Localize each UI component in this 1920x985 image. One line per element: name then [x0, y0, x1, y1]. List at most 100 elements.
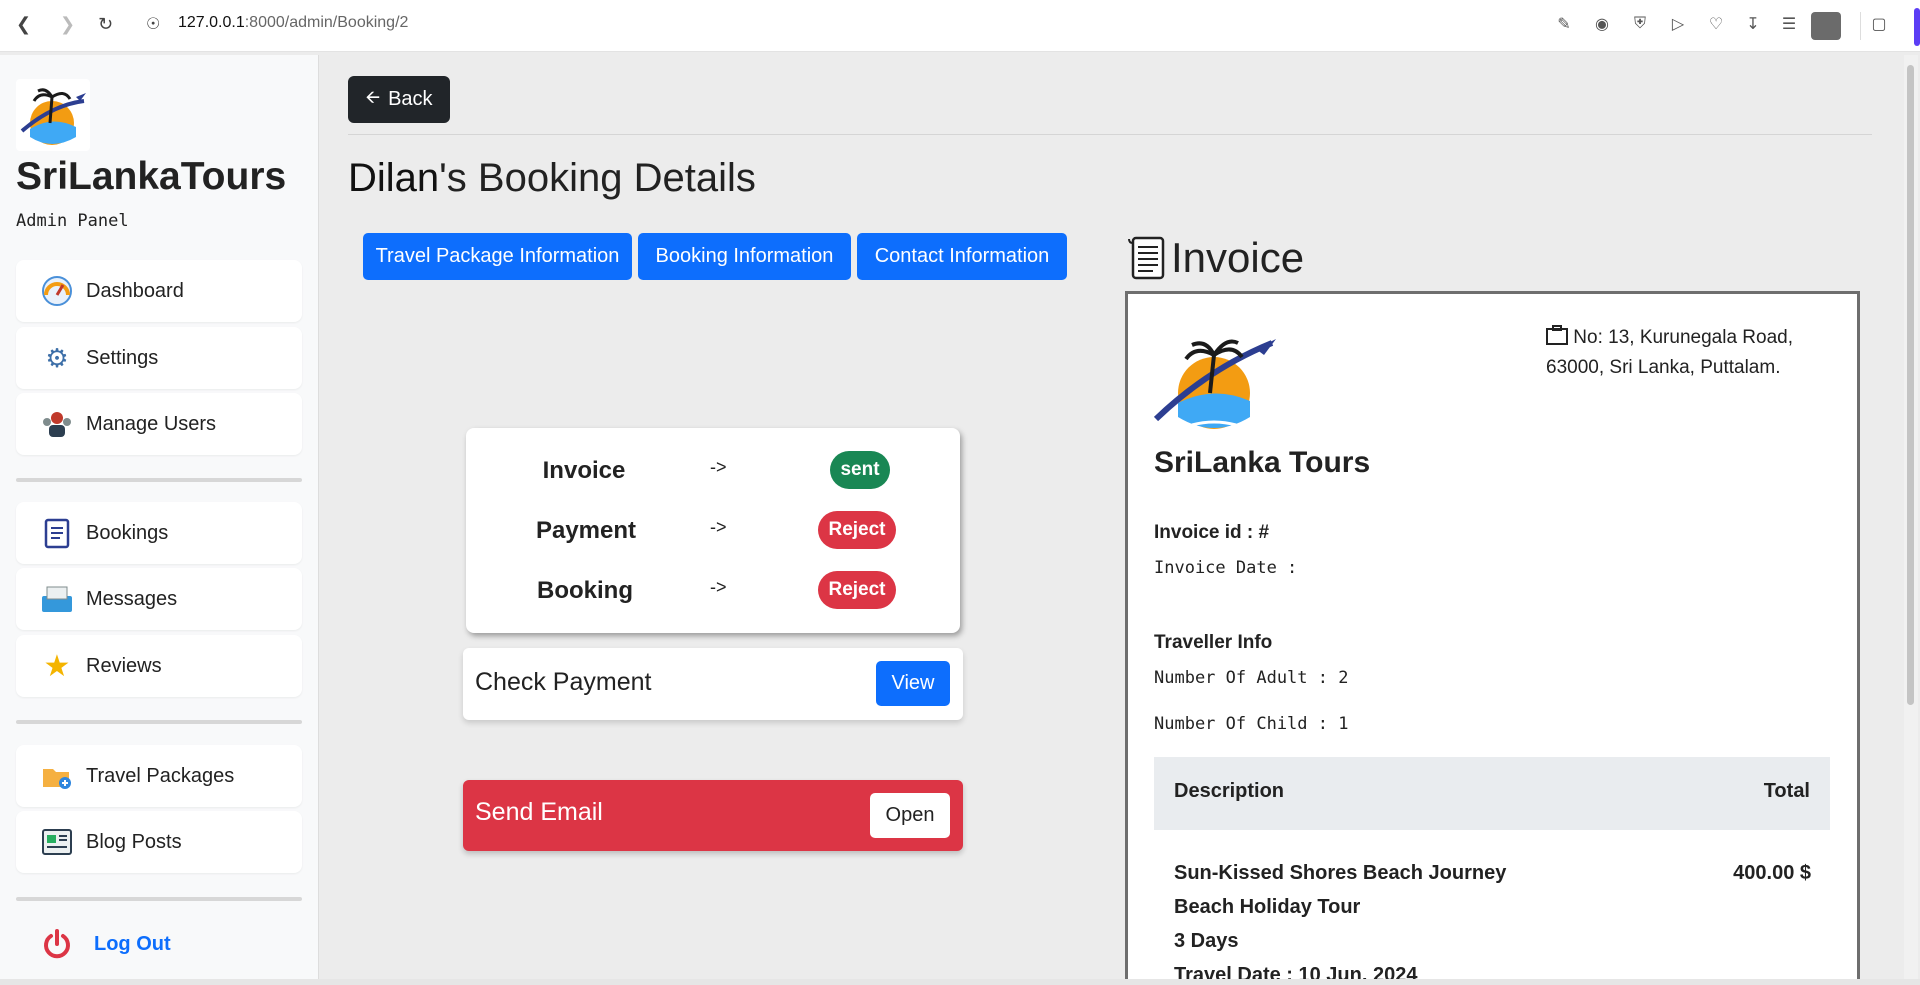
open-email-button[interactable]: Open [870, 793, 950, 838]
status-label: Invoice [542, 457, 626, 484]
traveller-info-heading: Traveller Info [1154, 632, 1273, 653]
adult-count: Number Of Adult : 2 [1154, 668, 1349, 688]
receipt-icon [1128, 236, 1165, 280]
company-address: No: 13, Kurunegala Road, 63000, Sri Lank… [1546, 323, 1826, 383]
address-text: No: 13, Kurunegala Road, 63000, Sri Lank… [1546, 327, 1793, 378]
page-title: Dilan's Booking Details [348, 156, 756, 201]
status-arrow: -> [710, 517, 727, 537]
sidebar-item-label: Blog Posts [86, 830, 182, 853]
page-title-rest: 's Booking Details [439, 156, 756, 200]
sidebar-item-messages[interactable]: Messages [16, 568, 302, 630]
sidebar-item-label: Reviews [86, 654, 162, 677]
sidebar-item-settings[interactable]: ⚙ Settings [16, 327, 302, 389]
shield-icon[interactable]: ⛨ [1629, 13, 1651, 35]
horizontal-scrollbar[interactable] [0, 979, 1920, 985]
sidebar-item-label: Manage Users [86, 412, 217, 435]
back-label: Back [388, 88, 433, 110]
customer-name: Dilan [348, 156, 440, 200]
reload-icon[interactable]: ↻ [98, 14, 113, 35]
download-icon[interactable]: ↧ [1742, 13, 1764, 35]
sidebar-toggle[interactable] [1914, 8, 1920, 46]
invoice-title: Invoice [1171, 234, 1305, 281]
clipboard-icon [40, 516, 74, 550]
invoice-heading: Invoice [1127, 234, 1304, 282]
menu-icon[interactable]: ☰ [1778, 13, 1800, 35]
send-email-label: Send Email [475, 798, 603, 826]
sidebar-item-label: Bookings [86, 521, 169, 544]
sidebar: SriLankaTours Admin Panel Dashboard ⚙ Se… [0, 55, 319, 980]
package-folder-icon [40, 759, 74, 793]
blog-icon [40, 825, 74, 859]
sidebar-divider [16, 478, 302, 482]
sidebar-item-label: Messages [86, 587, 178, 610]
invoice-date: Invoice Date : [1154, 558, 1298, 578]
url-path: :8000/admin/Booking/2 [244, 14, 409, 31]
sidebar-subtitle: Admin Panel [16, 211, 129, 231]
invoice-table-header: Description Total [1154, 757, 1830, 830]
arrow-left-icon: 🡨 [365, 86, 381, 107]
item-name: Sun-Kissed Shores Beach Journey [1174, 862, 1507, 884]
scrollbar-thumb[interactable] [1907, 65, 1914, 705]
status-label: Booking [537, 577, 633, 604]
sidebar-item-label: Dashboard [86, 279, 184, 302]
item-type: Beach Holiday Tour [1174, 896, 1361, 918]
toolbar-divider [1860, 12, 1861, 40]
sidebar-item-manage-users[interactable]: Manage Users [16, 393, 302, 455]
extension-cube-icon[interactable]: ▢ [1868, 13, 1890, 35]
invoice-id: Invoice id : # [1154, 522, 1270, 543]
logout-label: Log Out [94, 932, 171, 955]
heart-icon[interactable]: ♡ [1705, 13, 1727, 35]
status-arrow: -> [710, 457, 727, 477]
send-icon[interactable]: ▷ [1667, 13, 1689, 35]
sidebar-item-label: Travel Packages [86, 764, 235, 787]
invoice-document: No: 13, Kurunegala Road, 63000, Sri Lank… [1125, 291, 1860, 983]
view-payment-button[interactable]: View [876, 661, 950, 706]
invoice-logo [1153, 339, 1276, 429]
back-button[interactable]: 🡨 Back [348, 76, 450, 123]
tab-booking-info[interactable]: Booking Information [638, 233, 851, 280]
send-email-card: Send Email Open [463, 780, 963, 851]
tab-travel-package-info[interactable]: Travel Package Information [363, 233, 632, 280]
back-nav-icon[interactable]: ❮ [16, 14, 31, 35]
vertical-scrollbar[interactable] [1904, 55, 1918, 980]
browser-toolbar: ❮ ❯ ↻ ☉ 127.0.0.1:8000/admin/Booking/2 ✎… [0, 0, 1920, 52]
speedometer-icon [40, 274, 74, 308]
site-info-icon[interactable]: ☉ [146, 14, 160, 34]
check-payment-card: Check Payment View [463, 648, 963, 720]
forward-nav-icon[interactable]: ❯ [60, 14, 75, 35]
building-icon [1546, 325, 1573, 348]
star-icon: ★ [43, 649, 71, 683]
sidebar-item-blog-posts[interactable]: Blog Posts [16, 811, 302, 873]
edit-icon[interactable]: ✎ [1553, 13, 1575, 35]
users-icon [40, 407, 74, 441]
status-badge: Reject [818, 571, 896, 609]
status-row-invoice: Invoice -> sent [466, 451, 960, 491]
status-arrow: -> [710, 577, 727, 597]
camera-icon[interactable]: ◉ [1591, 13, 1613, 35]
status-row-payment: Payment -> Reject [466, 511, 960, 551]
profile-avatar[interactable] [1811, 12, 1841, 40]
status-label: Payment [535, 517, 637, 544]
logout-link[interactable]: Log Out [40, 927, 171, 961]
status-badge: Reject [818, 511, 896, 549]
header-divider [348, 134, 1872, 135]
status-card: Invoice -> sent Payment -> Reject Bookin… [466, 428, 960, 633]
column-total: Total [1763, 780, 1810, 802]
item-duration: 3 Days [1174, 930, 1239, 952]
sidebar-item-reviews[interactable]: ★ Reviews [16, 635, 302, 697]
item-price: 400.00 $ [1733, 862, 1811, 884]
sidebar-item-label: Settings [86, 346, 159, 369]
sidebar-item-travel-packages[interactable]: Travel Packages [16, 745, 302, 807]
address-bar[interactable]: 127.0.0.1:8000/admin/Booking/2 [178, 14, 408, 32]
child-count: Number Of Child : 1 [1154, 714, 1349, 734]
inbox-icon [40, 582, 74, 616]
sidebar-item-dashboard[interactable]: Dashboard [16, 260, 302, 322]
sidebar-brand: SriLankaTours [16, 155, 287, 198]
sidebar-divider [16, 897, 302, 901]
check-payment-label: Check Payment [475, 668, 652, 696]
url-host: 127.0.0.1 [178, 14, 245, 31]
invoice-company-name: SriLanka Tours [1154, 446, 1371, 479]
sidebar-item-bookings[interactable]: Bookings [16, 502, 302, 564]
status-badge: sent [830, 451, 890, 489]
tab-contact-info[interactable]: Contact Information [857, 233, 1067, 280]
